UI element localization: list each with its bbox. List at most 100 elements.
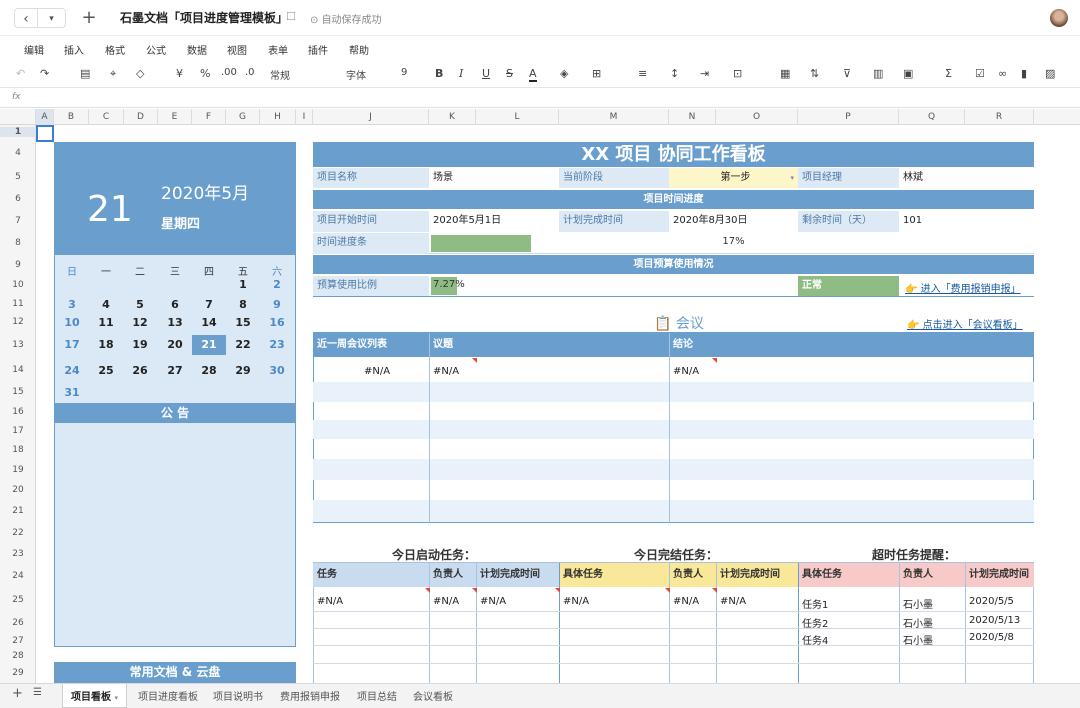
menu-format[interactable]: 格式	[105, 42, 125, 57]
formula-bar[interactable]: fx	[0, 89, 1080, 108]
stage-select[interactable]: 第一步 ▾	[669, 168, 798, 188]
menu-edit[interactable]: 编辑	[24, 42, 44, 57]
row-header[interactable]: 16	[0, 407, 36, 417]
column-header[interactable]: N	[669, 109, 716, 125]
checkbox-icon[interactable]: ☑	[975, 67, 985, 80]
row-header[interactable]: 21	[0, 506, 36, 516]
overdue-owner-cell[interactable]: 石小墨	[899, 596, 933, 611]
font-color-button[interactable]: A	[529, 67, 537, 82]
tab-project-board[interactable]: 项目看板 ▾	[62, 684, 127, 708]
overdue-task-cell[interactable]: 任务2	[798, 615, 828, 630]
row-header[interactable]: 19	[0, 465, 36, 475]
menu-formula[interactable]: 公式	[146, 42, 166, 57]
overdue-deadline-cell[interactable]: 2020/5/5	[965, 596, 1014, 607]
column-header[interactable]: P	[798, 109, 899, 125]
overdue-owner-cell[interactable]: 石小墨	[899, 632, 933, 647]
expense-link[interactable]: 👉 进入「费用报销申报」	[905, 280, 1021, 295]
row-header[interactable]: 22	[0, 528, 36, 538]
meeting-cell[interactable]: #N/A	[669, 366, 699, 377]
column-header[interactable]: L	[476, 109, 559, 125]
add-sheet-icon[interactable]: +	[12, 686, 23, 701]
align-vertical-icon[interactable]: ↕	[670, 67, 679, 80]
row-header[interactable]: 7	[0, 216, 36, 226]
strikethrough-button[interactable]: S	[506, 67, 513, 80]
conditional-format-icon[interactable]: ▣	[903, 67, 913, 80]
bookmark-icon[interactable]: ☐	[286, 10, 296, 23]
column-header[interactable]: G	[226, 109, 260, 125]
font-select[interactable]: 字体	[346, 67, 366, 82]
project-name-value[interactable]: 场景	[429, 168, 559, 188]
row-header[interactable]: 15	[0, 387, 36, 397]
selected-cell[interactable]	[36, 125, 54, 142]
overdue-deadline-cell[interactable]: 2020/5/13	[965, 615, 1020, 626]
meeting-cell[interactable]: #N/A	[429, 366, 459, 377]
column-header[interactable]: J	[313, 109, 429, 125]
row-header[interactable]: 17	[0, 426, 36, 436]
row-header[interactable]: 24	[0, 571, 36, 581]
overdue-task-cell[interactable]: 任务1	[798, 596, 828, 611]
filter-icon[interactable]: ⊽	[843, 67, 851, 80]
column-header[interactable]: I	[296, 109, 313, 125]
meeting-cell[interactable]: #N/A	[360, 366, 390, 377]
row-header[interactable]: 29	[0, 668, 36, 678]
menu-help[interactable]: 帮助	[349, 42, 369, 57]
clear-format-icon[interactable]: ◇	[136, 67, 144, 80]
overdue-owner-cell[interactable]: 石小墨	[899, 615, 933, 630]
undo-icon[interactable]: ↶	[16, 67, 25, 80]
number-format-select[interactable]: 常规	[270, 67, 290, 82]
column-header[interactable]: K	[429, 109, 476, 125]
row-header[interactable]: 11	[0, 299, 36, 309]
back-icon[interactable]: ‹	[14, 8, 38, 28]
font-size-select[interactable]: 9	[401, 67, 407, 78]
underline-button[interactable]: U	[482, 67, 490, 80]
column-header[interactable]: D	[124, 109, 158, 125]
menu-plugins[interactable]: 插件	[308, 42, 328, 57]
remaining-value[interactable]: 101	[899, 211, 1034, 232]
italic-button[interactable]: I	[459, 67, 463, 80]
row-header[interactable]: 9	[0, 260, 36, 270]
done-owner-cell[interactable]: #N/A	[669, 596, 699, 607]
tab-summary[interactable]: 项目总结	[357, 688, 397, 703]
row-header[interactable]: 8	[0, 238, 36, 248]
row-header[interactable]: 20	[0, 485, 36, 495]
paste-icon[interactable]: ▤	[80, 67, 90, 80]
menu-view[interactable]: 视图	[227, 42, 247, 57]
column-header[interactable]: M	[559, 109, 669, 125]
borders-icon[interactable]: ⊞	[592, 67, 601, 80]
done-task-cell[interactable]: #N/A	[559, 596, 589, 607]
sum-button[interactable]: Σ	[945, 67, 952, 80]
row-header[interactable]: 6	[0, 194, 36, 204]
row-header[interactable]: 26	[0, 618, 36, 628]
freeze-icon[interactable]: ▦	[780, 67, 790, 80]
row-header[interactable]: 25	[0, 595, 36, 605]
tab-project-spec[interactable]: 项目说明书	[213, 688, 263, 703]
row-header[interactable]: 12	[0, 317, 36, 327]
row-header[interactable]: 18	[0, 445, 36, 455]
align-horizontal-icon[interactable]: ≡	[638, 67, 647, 80]
column-header[interactable]: F	[192, 109, 226, 125]
menu-form[interactable]: 表单	[268, 42, 288, 57]
column-header[interactable]: C	[89, 109, 124, 125]
plan-end-value[interactable]: 2020年8月30日	[669, 211, 798, 232]
column-header[interactable]: E	[158, 109, 192, 125]
table-icon[interactable]: ▥	[873, 67, 883, 80]
tab-progress-board[interactable]: 项目进度看板	[138, 688, 198, 703]
manager-value[interactable]: 林斌	[899, 168, 1034, 188]
menu-insert[interactable]: 插入	[64, 42, 84, 57]
percent-button[interactable]: %	[200, 67, 210, 80]
menu-data[interactable]: 数据	[187, 42, 207, 57]
avatar[interactable]	[1050, 9, 1068, 27]
start-task-cell[interactable]: #N/A	[313, 596, 343, 607]
fill-color-icon[interactable]: ◈	[560, 67, 568, 80]
row-header[interactable]: 1	[0, 127, 36, 137]
column-header[interactable]: B	[54, 109, 89, 125]
start-owner-cell[interactable]: #N/A	[429, 596, 459, 607]
row-header[interactable]: 13	[0, 340, 36, 350]
row-header[interactable]: 28	[0, 651, 36, 661]
row-header[interactable]: 5	[0, 172, 36, 182]
select-all-corner[interactable]	[0, 109, 36, 125]
row-header[interactable]: 4	[0, 148, 36, 158]
tab-expense[interactable]: 费用报销申报	[280, 688, 340, 703]
column-header[interactable]: Q	[899, 109, 965, 125]
link-icon[interactable]: ∞	[998, 67, 1007, 80]
